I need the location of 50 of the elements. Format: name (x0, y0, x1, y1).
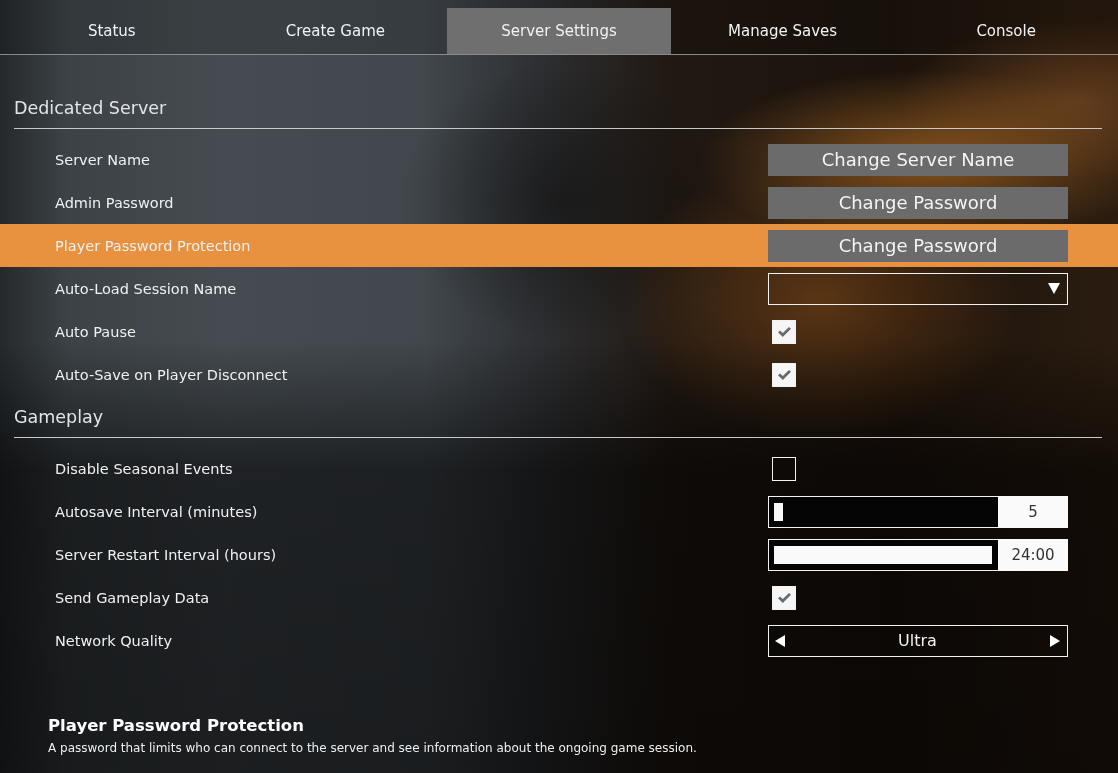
tab[interactable]: Server Settings (447, 8, 671, 54)
setting-row[interactable]: Send Gameplay Data (0, 576, 1118, 619)
setting-row[interactable]: Auto-Load Session Name (0, 267, 1118, 310)
slider-value: 24:00 (998, 538, 1068, 571)
triangle-down-icon (1048, 283, 1060, 294)
help-text: A password that limits who can connect to the server and see information about the ongoing game session. (48, 740, 698, 756)
option-selector[interactable]: Ultra (768, 624, 1068, 657)
setting-label: Auto-Save on Player Disconnect (54, 366, 288, 383)
action-button[interactable]: Change Password (768, 229, 1068, 262)
setting-label: Send Gameplay Data (54, 589, 210, 606)
triangle-left-icon[interactable] (775, 634, 785, 647)
dropdown-field[interactable] (768, 272, 1068, 305)
setting-row[interactable]: Player Password Protection Change Password (0, 224, 1118, 267)
section-title: Gameplay (14, 396, 1102, 438)
setting-row[interactable]: Admin Password Change Password (0, 181, 1118, 224)
tab[interactable]: Manage Saves (670, 8, 895, 54)
checkbox[interactable] (772, 585, 796, 610)
tab[interactable]: Status (0, 8, 224, 54)
help-title: Player Password Protection (48, 715, 305, 737)
setting-row[interactable]: Auto-Save on Player Disconnect (0, 353, 1118, 396)
section-title: Dedicated Server (14, 87, 1102, 129)
action-button[interactable]: Change Password (768, 186, 1068, 219)
action-button[interactable]: Change Server Name (768, 143, 1068, 176)
setting-row[interactable]: Autosave Interval (minutes) 5 (0, 490, 1118, 533)
triangle-right-icon[interactable] (1050, 634, 1060, 647)
checkmark-icon (777, 326, 791, 337)
setting-row[interactable]: Network Quality Ultra (0, 619, 1118, 662)
setting-label: Auto-Load Session Name (54, 280, 237, 297)
setting-label: Network Quality (54, 632, 172, 649)
setting-row[interactable]: Auto Pause (0, 310, 1118, 353)
setting-label: Player Password Protection (54, 237, 251, 254)
setting-label: Autosave Interval (minutes) (54, 503, 258, 520)
checkbox[interactable] (772, 362, 796, 387)
checkbox[interactable] (772, 456, 796, 481)
checkbox[interactable] (772, 319, 796, 344)
slider-fill[interactable] (774, 545, 992, 564)
slider-value: 5 (998, 495, 1068, 528)
checkmark-icon (777, 369, 791, 380)
setting-row[interactable]: Server Restart Interval (hours) 24:00 (0, 533, 1118, 576)
tab[interactable]: Console (894, 8, 1118, 54)
setting-label: Auto Pause (54, 323, 136, 340)
tab[interactable]: Create Game (223, 8, 448, 54)
setting-label: Server Name (54, 151, 150, 168)
setting-label: Admin Password (54, 194, 174, 211)
setting-row[interactable]: Disable Seasonal Events (0, 447, 1118, 490)
setting-row[interactable]: Server Name Change Server Name (0, 138, 1118, 181)
slider-fill[interactable] (774, 502, 783, 521)
setting-label: Server Restart Interval (hours) (54, 546, 277, 563)
checkmark-icon (777, 592, 791, 603)
setting-label: Disable Seasonal Events (54, 460, 233, 477)
